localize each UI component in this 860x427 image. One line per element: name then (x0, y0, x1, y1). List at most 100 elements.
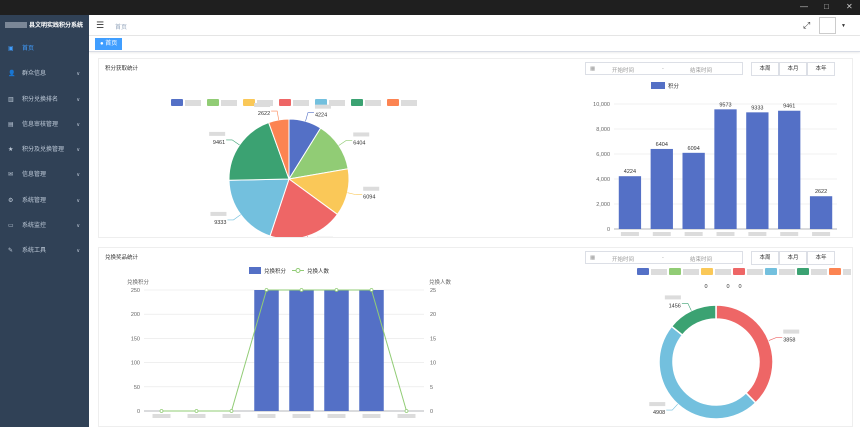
sidebar-item-3[interactable]: ▤ 信息审核管理 ∨ (0, 113, 89, 138)
legend-swatch[interactable] (669, 268, 681, 275)
chart-icon: ▥ (8, 96, 14, 103)
week-button[interactable]: 本周 (751, 251, 779, 265)
legend-label-redacted (811, 269, 827, 275)
donut-label-line (768, 337, 783, 341)
legend-swatch[interactable] (701, 268, 713, 275)
tool-icon: ✎ (8, 248, 14, 255)
combo-line-point[interactable] (404, 409, 409, 413)
legend-swatch[interactable] (637, 268, 649, 275)
legend-swatch[interactable] (797, 268, 809, 275)
sidebar-item-4[interactable]: ★ 积分及兑换管理 ∨ (0, 138, 89, 163)
week-button[interactable]: 本周 (751, 62, 779, 76)
fullscreen-icon[interactable]: ⤢ (803, 20, 810, 31)
x-tick-redacted (748, 232, 767, 236)
start-date-input[interactable]: 开始时间 (612, 66, 634, 74)
donut-name-redacted (783, 329, 800, 334)
x-tick-redacted (362, 414, 381, 418)
caret-down-icon[interactable]: ▼ (841, 23, 846, 29)
user-icon: 👤 (8, 71, 16, 78)
pie-name-redacted (353, 132, 370, 137)
end-date-input[interactable]: 结束时间 (690, 66, 712, 74)
legend-label-redacted (715, 269, 731, 275)
year-button[interactable]: 本年 (807, 62, 835, 76)
combo-legend-bar-swatch (249, 267, 261, 274)
right-axis-label: 兑换人数 (429, 278, 452, 286)
sidebar-item-0[interactable]: ▣ 首页 (0, 37, 89, 62)
breadcrumb[interactable]: 首页 (115, 22, 127, 31)
bar[interactable] (778, 110, 801, 229)
year-button[interactable]: 本年 (807, 251, 835, 265)
x-tick-redacted (397, 414, 416, 418)
chevron-down-icon: ∨ (76, 147, 80, 154)
sidebar-item-8[interactable]: ✎ 系统工具 ∨ (0, 239, 89, 264)
hamburger-icon[interactable]: ☰ (96, 20, 104, 31)
donut-value-label: 4908 (653, 410, 665, 416)
exchange-date-range[interactable]: ▦ 开始时间 - 结束时间 (585, 251, 743, 264)
donut-slice[interactable] (658, 325, 757, 420)
combo-line-point[interactable] (194, 409, 199, 413)
combo-line-point[interactable] (299, 288, 304, 292)
y-tick-label: 10,000 (593, 102, 610, 108)
bar[interactable] (650, 148, 673, 229)
donut-zero-label: 0 (704, 284, 707, 290)
legend-swatch[interactable] (243, 99, 255, 106)
legend-swatch[interactable] (387, 99, 399, 106)
legend-swatch[interactable] (733, 268, 745, 275)
bar-value-label: 4224 (624, 169, 636, 175)
pie-label-line (306, 236, 308, 237)
end-date-input[interactable]: 结束时间 (690, 255, 712, 263)
month-button[interactable]: 本月 (779, 251, 807, 265)
sidebar-item-1[interactable]: 👤 群众信息 ∨ (0, 62, 89, 87)
tag-home[interactable]: ● 首页 (95, 38, 123, 50)
bar[interactable] (682, 152, 705, 229)
start-date-input[interactable]: 开始时间 (612, 255, 634, 263)
combo-line-point[interactable] (229, 409, 234, 413)
app-title: 县文明实践积分系统 (29, 23, 84, 29)
bar[interactable] (809, 196, 833, 229)
app-brand: 县文明实践积分系统 (0, 15, 89, 37)
bar[interactable] (618, 176, 642, 229)
bar[interactable] (746, 112, 769, 229)
pie-name-redacted (363, 186, 380, 191)
y-left-tick-label: 0 (137, 409, 140, 415)
month-button[interactable]: 本月 (779, 62, 807, 76)
combo-line-point[interactable] (369, 288, 374, 292)
avatar[interactable] (819, 17, 836, 34)
bar-legend-swatch (651, 82, 665, 89)
legend-swatch[interactable] (207, 99, 219, 106)
combo-bar[interactable] (324, 290, 349, 411)
sidebar-item-2[interactable]: ▥ 积分兑换排名 ∨ (0, 88, 89, 113)
x-tick-redacted (812, 232, 831, 236)
pie-value-label: 9333 (214, 220, 226, 226)
bar[interactable] (714, 109, 737, 229)
combo-bar[interactable] (359, 290, 384, 411)
combo-line-point[interactable] (159, 409, 164, 413)
donut-slice[interactable] (715, 304, 774, 404)
maximize-button[interactable]: □ (824, 2, 829, 12)
minimize-button[interactable]: — (800, 2, 808, 12)
combo-line-point[interactable] (264, 288, 269, 292)
window-titlebar: — □ ✕ (0, 0, 860, 15)
combo-bar[interactable] (254, 290, 279, 411)
combo-bar[interactable] (289, 290, 314, 411)
legend-label-redacted (329, 100, 345, 106)
legend-swatch[interactable] (171, 99, 183, 106)
donut-slice[interactable] (670, 304, 717, 337)
legend-swatch[interactable] (829, 268, 841, 275)
sidebar-item-5[interactable]: ✉ 信息管理 ∨ (0, 163, 89, 188)
pie-name-redacted (314, 104, 331, 109)
bar-value-label: 2622 (815, 189, 827, 195)
legend-swatch[interactable] (765, 268, 777, 275)
legend-swatch[interactable] (279, 99, 291, 106)
points-date-range[interactable]: ▦ 开始时间 - 结束时间 (585, 62, 743, 75)
close-button[interactable]: ✕ (846, 2, 853, 12)
legend-swatch[interactable] (351, 99, 363, 106)
exchange-combo-chart: 兑换积分 兑换人数 兑换积分 兑换人数 0 50 100 150 200 250 0 5 10 1… (127, 267, 452, 418)
legend-label-redacted (683, 269, 699, 275)
message-icon: ✉ (8, 172, 14, 179)
x-tick-redacted (780, 232, 799, 236)
y-right-tick-label: 5 (430, 385, 433, 391)
combo-line-point[interactable] (334, 288, 339, 292)
sidebar-item-6[interactable]: ⚙ 系统管理 ∨ (0, 189, 89, 214)
sidebar-item-7[interactable]: ▭ 系统监控 ∨ (0, 214, 89, 239)
